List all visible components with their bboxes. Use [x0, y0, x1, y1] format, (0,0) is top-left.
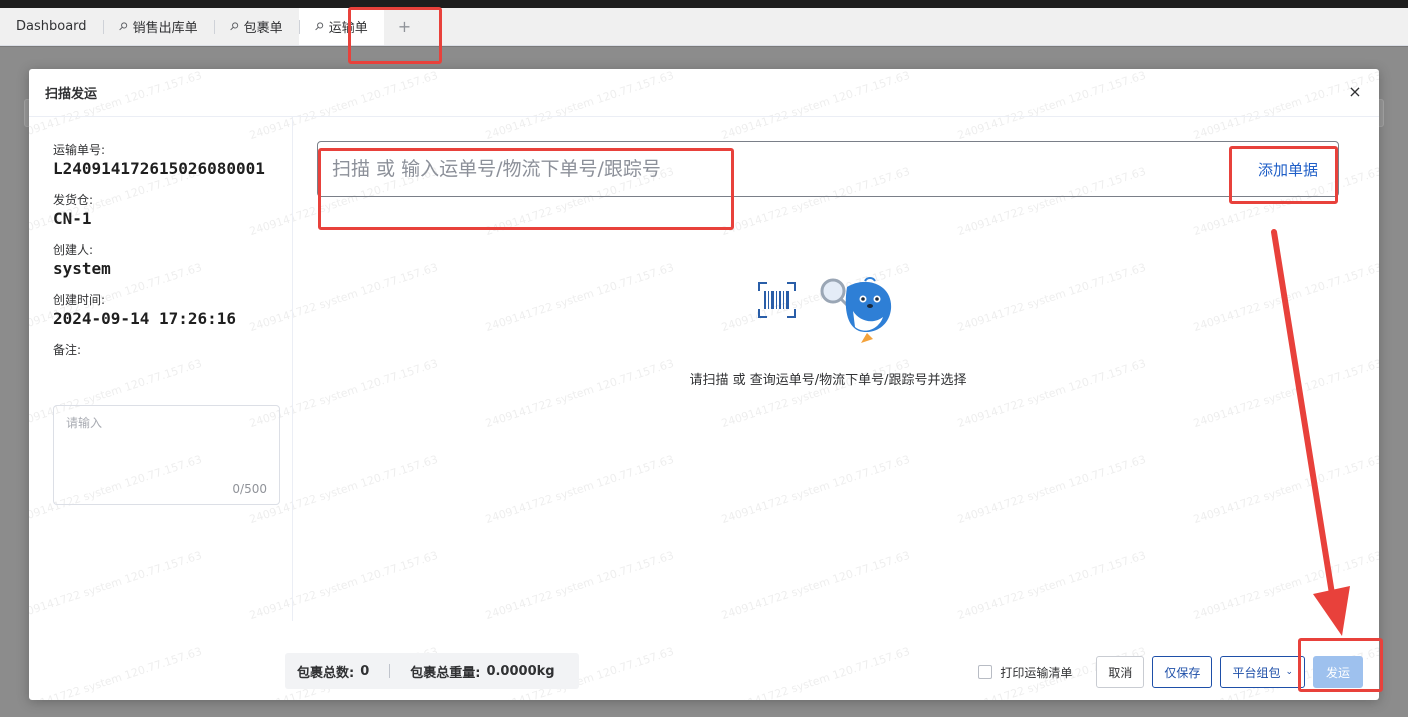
watermark-text: 2409141722 system 120.77.157.63: [1191, 260, 1379, 335]
empty-state-text: 请扫描 或 查询运单号/物流下单号/跟踪号并选择: [689, 373, 967, 388]
watermark-text: 2409141722 system 120.77.157.63: [719, 356, 912, 431]
watermark-text: 2409141722 system 120.77.157.63: [1191, 548, 1379, 623]
window-top-strip: [0, 0, 1408, 8]
total-packages-label: 包裹总数:: [297, 665, 355, 681]
print-transport-list-label: 打印运输清单: [1000, 665, 1073, 680]
watermark-text: 2409141722 system 120.77.157.63: [1191, 452, 1379, 527]
remark-label: 备注:: [53, 343, 82, 357]
watermark-text: 2409141722 system 120.77.157.63: [719, 644, 912, 700]
tabs-bar: Dashboard ⚲ 销售出库单 ⚲ 包裹单 ⚲ 运输单 +: [0, 8, 1408, 46]
tab-label: Dashboard: [16, 19, 87, 34]
platform-pack-button[interactable]: 平台组包 ⌄: [1220, 656, 1305, 688]
cancel-button[interactable]: 取消: [1096, 656, 1145, 688]
created-time-label: 创建时间:: [53, 293, 106, 307]
watermark-text: 2409141722 system 120.77.157.63: [483, 260, 676, 335]
warehouse-label: 发货仓:: [53, 193, 94, 207]
watermark-text: 2409141722 system 120.77.157.63: [719, 452, 912, 527]
barcode-scan-whale-icon: [758, 277, 892, 343]
watermark-text: 2409141722 system 120.77.157.63: [719, 548, 912, 623]
add-tab-icon[interactable]: +: [384, 8, 425, 45]
pin-icon: ⚲: [311, 19, 327, 34]
platform-pack-label: 平台组包: [1232, 665, 1281, 680]
scan-input-group: 添加单据: [317, 141, 1339, 197]
scan-input[interactable]: [318, 142, 1238, 196]
tab-dashboard[interactable]: Dashboard: [0, 8, 103, 45]
summary-separator: [389, 664, 391, 678]
remark-char-count: 0/500: [232, 482, 267, 496]
watermark-text: 2409141722 system 120.77.157.63: [955, 452, 1148, 527]
creator-value: system: [53, 259, 111, 278]
close-icon[interactable]: ×: [1345, 82, 1365, 102]
watermark-text: 2409141722 system 120.77.157.63: [483, 356, 676, 431]
tab-label: 运输单: [328, 21, 368, 36]
scan-ship-dialog: 2409141722 system 120.77.157.63 240914172…: [29, 69, 1379, 700]
remark-field[interactable]: 0/500: [53, 405, 280, 505]
watermark-text: 2409141722 system 120.77.157.63: [955, 548, 1148, 623]
shipment-info-panel: 运输单号: L240914172615026080001 发货仓: CN-1 创…: [53, 141, 283, 360]
add-document-button[interactable]: 添加单据: [1238, 142, 1338, 196]
total-weight-label: 包裹总重量:: [410, 665, 481, 681]
total-weight-value: 0.0000kg: [486, 663, 555, 679]
watermark-text: 2409141722 system 120.77.157.63: [1191, 356, 1379, 431]
total-packages-value: 0: [360, 663, 370, 679]
print-transport-list-checkbox[interactable]: 打印运输清单: [978, 664, 1072, 681]
panel-divider: [292, 117, 293, 621]
creator-label: 创建人:: [53, 243, 94, 257]
dialog-header: 扫描发运 ×: [29, 69, 1379, 117]
tab-label: 包裹单: [243, 21, 283, 36]
chevron-down-icon: ⌄: [1285, 667, 1293, 677]
warehouse-value: CN-1: [53, 209, 92, 228]
dialog-footer-actions: 打印运输清单 取消 仅保存 平台组包 ⌄ 发运: [978, 656, 1363, 688]
watermark-text: 2409141722 system 120.77.157.63: [483, 548, 676, 623]
dialog-title: 扫描发运: [45, 87, 98, 102]
save-only-button[interactable]: 仅保存: [1152, 656, 1213, 688]
watermark-text: 2409141722 system 120.77.157.63: [247, 548, 440, 623]
ship-button[interactable]: 发运: [1313, 656, 1363, 688]
watermark-text: 2409141722 system 120.77.157.63: [483, 452, 676, 527]
checkbox-icon[interactable]: [978, 665, 993, 679]
watermark-text: 2409141722 system 120.77.157.63: [29, 644, 204, 700]
remark-textarea[interactable]: [66, 414, 267, 474]
tab-transport[interactable]: ⚲ 运输单: [298, 8, 384, 45]
pin-icon: ⚲: [226, 19, 242, 34]
watermark-text: 2409141722 system 120.77.157.63: [955, 260, 1148, 335]
pin-icon: ⚲: [115, 19, 131, 34]
transport-no-value: L240914172615026080001: [53, 159, 265, 178]
watermark-text: 2409141722 system 120.77.157.63: [29, 548, 204, 623]
tab-sales-outbound[interactable]: ⚲ 销售出库单: [102, 8, 214, 45]
package-summary: 包裹总数: 0 包裹总重量: 0.0000kg: [285, 653, 579, 689]
transport-no-label: 运输单号:: [53, 143, 106, 157]
created-time-value: 2024-09-14 17:26:16: [53, 309, 237, 328]
tab-label: 销售出库单: [132, 21, 198, 36]
tab-package[interactable]: ⚲ 包裹单: [213, 8, 299, 45]
watermark-text: 2409141722 system 120.77.157.63: [955, 356, 1148, 431]
